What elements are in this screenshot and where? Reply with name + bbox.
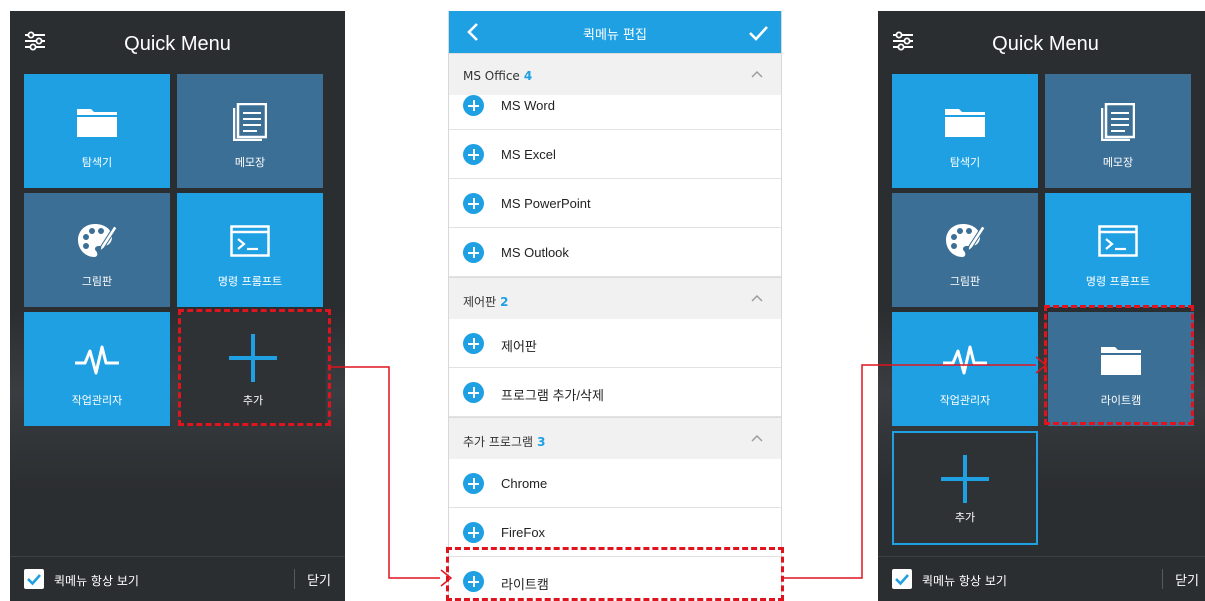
- arrowhead-litecam-tile: [1035, 356, 1048, 374]
- flow-arrows: [331, 356, 1048, 587]
- arrowhead-edit-list: [440, 569, 453, 587]
- arrow-to-edit-list: [331, 366, 440, 579]
- arrow-to-litecam-tile: [784, 364, 1036, 579]
